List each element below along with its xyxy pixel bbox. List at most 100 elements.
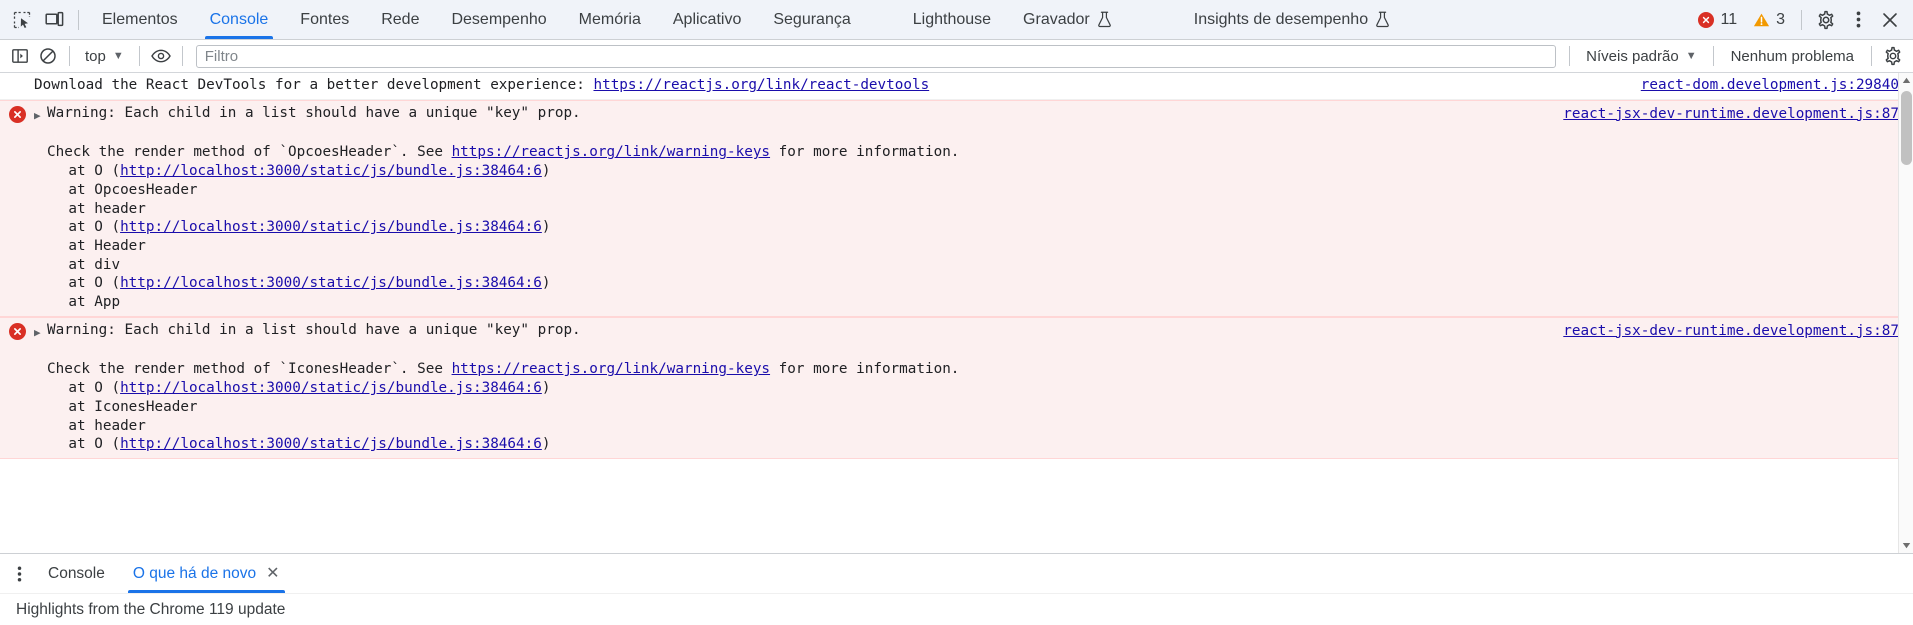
stack-frame-prefix: at div [34, 256, 121, 273]
tab-rede[interactable]: Rede [365, 0, 435, 39]
console-message-error[interactable]: ▶ Warning: Each child in a list should h… [0, 99, 1913, 317]
tab-aplicativo[interactable]: Aplicativo [657, 0, 757, 39]
stack-frame-link[interactable]: http://localhost:3000/static/js/bundle.j… [120, 219, 542, 235]
tab-desempenho[interactable]: Desempenho [435, 0, 562, 39]
log-levels-value: Níveis padrão [1586, 47, 1679, 65]
tabbar-divider [78, 9, 79, 30]
stack-frame-prefix: at O ( [34, 275, 121, 292]
tab-lighthouse[interactable]: Lighthouse [897, 0, 1007, 39]
message-detail-after: for more information. [770, 361, 960, 378]
message-headline: Warning: Each child in a list should hav… [47, 104, 581, 121]
warning-keys-link[interactable]: https://reactjs.org/link/warning-keys [452, 144, 770, 160]
stack-frame-link[interactable]: http://localhost:3000/static/js/bundle.j… [120, 275, 542, 291]
stack-trace: at O (http://localhost:3000/static/js/bu… [34, 379, 1899, 454]
tab-label: Memória [578, 10, 641, 28]
warning-count-badge[interactable]: 3 [1746, 6, 1792, 34]
console-toolbar-divider-2 [138, 46, 140, 66]
stack-frame-link[interactable]: http://localhost:3000/static/js/bundle.j… [120, 436, 542, 452]
warning-count-value: 3 [1776, 10, 1785, 28]
tab-label: Lighthouse [912, 10, 992, 28]
stack-frame-suffix: ) [541, 275, 551, 292]
warning-keys-link[interactable]: https://reactjs.org/link/warning-keys [452, 361, 770, 377]
gear-icon[interactable] [1811, 6, 1841, 34]
stack-frame-prefix: at O ( [34, 436, 121, 453]
execution-context-value: top [85, 47, 106, 65]
error-count-badge[interactable]: 11 [1691, 6, 1744, 34]
stack-trace: at O (http://localhost:3000/static/js/bu… [34, 162, 1899, 312]
console-toolbar-divider-6 [1871, 46, 1872, 66]
stack-frame-prefix: at App [34, 294, 121, 311]
drawer-menu-icon[interactable] [4, 554, 34, 593]
error-circle-icon [8, 322, 26, 340]
device-toolbar-icon[interactable] [39, 6, 69, 34]
tab-label: Fontes [300, 10, 350, 28]
tab-seguranca[interactable]: Segurança [757, 0, 866, 39]
issues-status[interactable]: Nenhum problema [1721, 43, 1864, 69]
message-detail-before: Check the render method of `OpcoesHeader… [47, 144, 452, 161]
error-circle-icon [8, 105, 26, 123]
tab-elementos[interactable]: Elementos [86, 0, 194, 39]
message-headline: Warning: Each child in a list should hav… [47, 321, 581, 338]
execution-context-selector[interactable]: top ▼ [77, 43, 132, 69]
console-message-error[interactable]: ▶ Warning: Each child in a list should h… [0, 316, 1913, 459]
console-toolbar: top ▼ Níveis padrão ▼ Nenhum problema [0, 40, 1913, 73]
scroll-up-arrow-icon[interactable] [1899, 73, 1913, 88]
message-gutter [0, 321, 34, 340]
scrollbar-track[interactable] [1899, 88, 1913, 538]
close-tab-icon[interactable]: ✕ [266, 565, 279, 582]
drawer-tab-label: Console [48, 564, 105, 582]
console-scrollbar[interactable] [1898, 73, 1913, 553]
message-gutter [0, 104, 34, 123]
clear-console-icon[interactable] [34, 43, 62, 69]
log-levels-selector[interactable]: Níveis padrão ▼ [1577, 43, 1705, 69]
message-source-link[interactable]: react-jsx-dev-runtime.development.js:87 [1563, 322, 1899, 341]
console-settings-gear-icon[interactable] [1879, 43, 1907, 69]
tabbar-right-divider [1801, 9, 1802, 30]
stack-frame-link[interactable]: http://localhost:3000/static/js/bundle.j… [120, 163, 542, 179]
tab-label: Insights de desempenho [1193, 10, 1369, 28]
console-message-list: Download the React DevTools for a better… [0, 73, 1913, 553]
console-message-info[interactable]: Download the React DevTools for a better… [0, 73, 1913, 100]
tab-label: Segurança [773, 10, 851, 28]
expand-triangle-icon[interactable]: ▶ [34, 104, 47, 126]
close-icon[interactable] [1875, 6, 1905, 34]
tab-label: Aplicativo [672, 10, 742, 28]
tab-console[interactable]: Console [194, 0, 285, 39]
flask-icon [1097, 11, 1111, 28]
stack-frame-prefix: at O ( [34, 219, 121, 236]
stack-frame-prefix: at header [34, 200, 146, 217]
drawer-tab-label: O que há de novo [132, 564, 257, 582]
chevron-down-icon: ▼ [1685, 49, 1697, 62]
scrollbar-thumb[interactable] [1900, 91, 1912, 165]
devtools-tab-list: Elementos Console Fontes Rede Desempenho… [86, 0, 1691, 39]
message-source-link[interactable]: react-dom.development.js:29840 [1641, 76, 1899, 95]
stack-frame-prefix: at O ( [34, 380, 121, 397]
tabbar-left-tools [0, 0, 86, 39]
tab-gravador[interactable]: Gravador [1007, 0, 1128, 39]
console-sidebar-icon[interactable] [6, 43, 34, 69]
scroll-down-arrow-icon[interactable] [1899, 538, 1913, 553]
issues-status-label: Nenhum problema [1730, 47, 1854, 65]
inspect-element-icon[interactable] [7, 6, 37, 34]
warning-triangle-icon [1753, 13, 1770, 26]
stack-frame-prefix: at header [34, 417, 146, 434]
error-circle-icon [1698, 11, 1715, 28]
stack-frame-prefix: at Header [34, 237, 146, 254]
drawer-tab-o-que-ha-de-novo[interactable]: O que há de novo ✕ [119, 554, 294, 593]
expand-triangle-icon[interactable]: ▶ [34, 321, 47, 343]
message-text: Download the React DevTools for a better… [34, 77, 594, 93]
drawer-tab-console[interactable]: Console [34, 554, 119, 593]
stack-frame-prefix: at OpcoesHeader [34, 181, 198, 198]
react-devtools-link[interactable]: https://reactjs.org/link/react-devtools [593, 77, 929, 93]
filter-input[interactable] [195, 44, 1557, 68]
devtools-tabbar: Elementos Console Fontes Rede Desempenho… [0, 0, 1913, 40]
stack-frame-link[interactable]: http://localhost:3000/static/js/bundle.j… [120, 380, 542, 396]
message-source-link[interactable]: react-jsx-dev-runtime.development.js:87 [1563, 105, 1899, 124]
devtools-window: Elementos Console Fontes Rede Desempenho… [0, 0, 1913, 625]
live-expression-icon[interactable] [147, 43, 175, 69]
tab-fontes[interactable]: Fontes [284, 0, 365, 39]
tab-memoria[interactable]: Memória [563, 0, 657, 39]
whats-new-text: Highlights from the Chrome 119 update [16, 600, 286, 618]
kebab-menu-icon[interactable] [1843, 6, 1873, 34]
tab-insights-de-desempenho[interactable]: Insights de desempenho [1178, 0, 1406, 39]
